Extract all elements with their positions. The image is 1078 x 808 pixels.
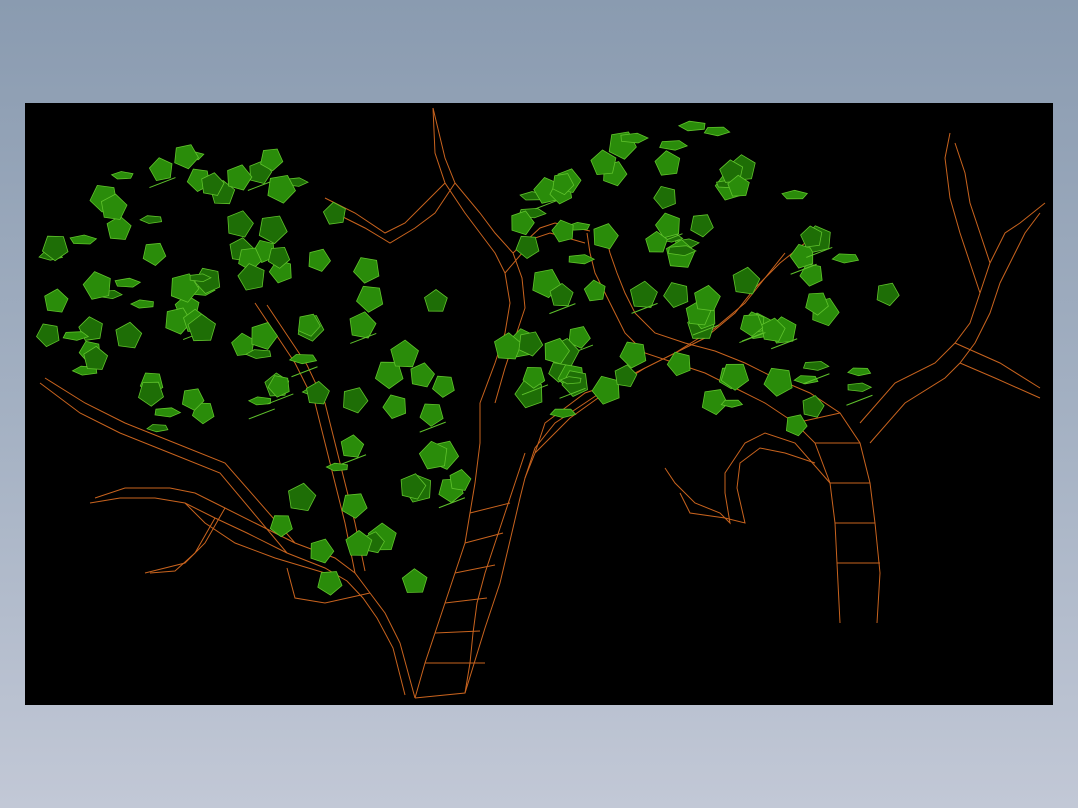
tree-drawing <box>36 107 1046 699</box>
leaf-shape <box>659 140 689 151</box>
leaf-shape <box>847 367 872 377</box>
leaf-shape <box>317 571 343 596</box>
leaf-shape <box>356 285 384 313</box>
leaf-shape <box>129 299 154 309</box>
leaf-shape <box>36 323 60 348</box>
leaf-shape <box>677 120 706 132</box>
leaf-shape <box>154 407 182 418</box>
leaf-shape <box>720 363 750 391</box>
leaf-shape <box>831 253 860 264</box>
leaf-shape <box>666 351 691 377</box>
leaf-edge <box>846 394 873 406</box>
leaf-shape <box>653 185 676 210</box>
leaf-shape <box>82 271 111 300</box>
leaf-shape <box>110 171 134 180</box>
leaf-shape <box>306 380 330 405</box>
leaf-shape <box>802 395 825 418</box>
leaf-shape <box>269 515 293 538</box>
leaf-shape <box>174 144 199 170</box>
leaf-shape <box>590 149 617 176</box>
leaf-shape <box>619 341 647 369</box>
leaf-shape <box>419 403 444 427</box>
leaf-shape <box>593 223 619 250</box>
leaf-shape <box>251 322 278 350</box>
right-branch-low <box>664 432 831 525</box>
leaf-shape <box>763 367 793 397</box>
leaf-shape <box>802 361 830 371</box>
leaf-shape <box>390 339 419 368</box>
leaf-shape <box>345 530 373 556</box>
leaf-shape <box>663 282 689 308</box>
leaf-shape <box>258 215 288 245</box>
leaf-shape <box>629 280 658 308</box>
left-branch-low <box>94 487 416 699</box>
leaf-shape <box>114 277 142 288</box>
leaf-shape <box>146 424 169 433</box>
leaf-shape <box>690 214 714 238</box>
cad-viewport <box>0 0 1078 808</box>
leaf-shape <box>591 375 620 405</box>
leaf-edge <box>248 408 275 420</box>
drawing-canvas[interactable] <box>25 103 1053 705</box>
leaf-shape <box>142 242 167 266</box>
leaf-shape <box>614 364 638 388</box>
leaf-shape <box>340 434 365 458</box>
leaf-shape <box>349 311 377 339</box>
leaf-shape <box>781 189 809 200</box>
leaf-shape <box>515 235 540 259</box>
right-branch-up <box>869 212 1041 444</box>
leaf-shape <box>382 394 407 419</box>
leaf-shape <box>148 157 173 182</box>
leaf-shape <box>227 164 253 191</box>
leaf-shape <box>69 234 98 245</box>
leaf-shape <box>401 568 428 593</box>
leaf-shape <box>227 210 254 238</box>
leaf-shape <box>654 150 681 176</box>
leaf-shape <box>583 279 606 302</box>
leaf-shape <box>424 289 448 312</box>
leaf-shape <box>322 201 346 225</box>
leaf-shape <box>115 321 143 349</box>
leaf-shape <box>44 288 69 313</box>
leaf-shape <box>694 284 721 312</box>
leaf-shape <box>410 362 435 388</box>
leaf-shape <box>353 257 380 284</box>
left-trunk <box>414 337 706 699</box>
leaf-shape <box>288 354 318 365</box>
leaf-shape <box>703 126 731 137</box>
leaf-shape <box>341 493 368 519</box>
leaf-shape <box>237 263 265 291</box>
leaf-shape <box>325 462 348 472</box>
leaf-shape <box>449 469 472 491</box>
leaf-shape <box>343 387 369 414</box>
left-branch-top <box>432 107 511 404</box>
leaf-shape <box>288 482 317 512</box>
leaf-shape <box>620 132 649 144</box>
leaf-shape <box>847 382 873 392</box>
leaf-shape <box>139 215 163 224</box>
leaf-shape <box>310 538 335 564</box>
leaf-edge <box>291 366 318 378</box>
leaf-shape <box>308 248 331 272</box>
leaf-shape <box>432 375 455 398</box>
leaf-shape <box>876 282 900 307</box>
leaf-shape <box>138 381 164 407</box>
